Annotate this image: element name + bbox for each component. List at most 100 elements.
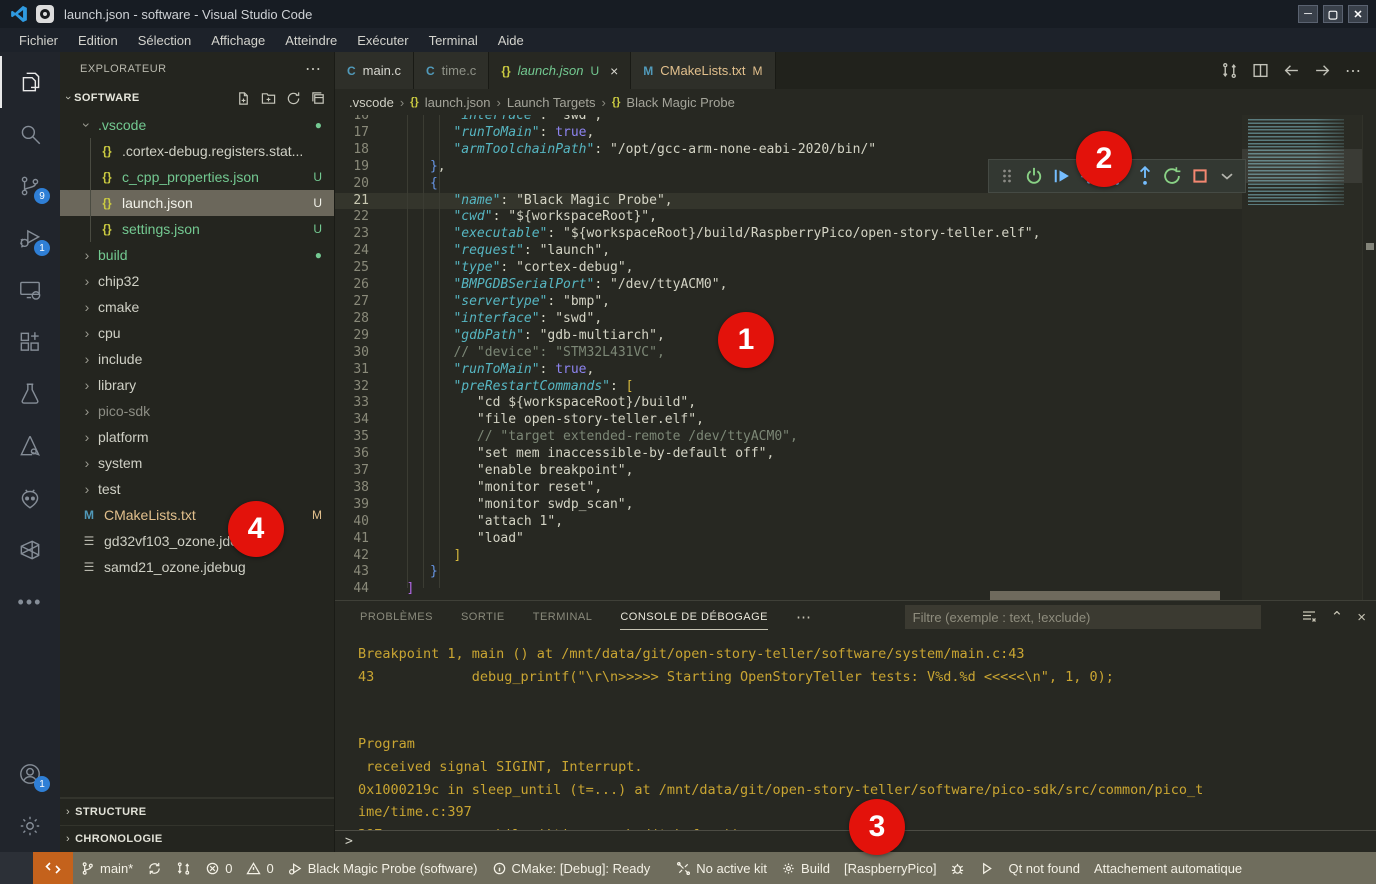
breadcrumb-item[interactable]: .vscode [349,95,394,110]
debug-restart-button[interactable] [1160,163,1184,189]
menu-sélection[interactable]: Sélection [129,31,200,50]
maximize-button[interactable]: ▢ [1323,5,1343,23]
activity-account[interactable]: 1 [0,748,60,800]
maximize-panel-icon[interactable]: ⌃ [1331,608,1344,626]
activity-more[interactable]: ••• [0,576,60,628]
close-panel-icon[interactable]: × [1357,609,1366,626]
tree-item-pico-sdk[interactable]: ›pico-sdk [60,398,334,424]
tab-cmakelists-txt[interactable]: MCMakeLists.txtM [631,52,775,89]
menu-fichier[interactable]: Fichier [10,31,67,50]
menu-terminal[interactable]: Terminal [420,31,487,50]
split-editor-icon[interactable] [1252,62,1269,79]
breadcrumb-item[interactable]: Black Magic Probe [626,95,734,110]
statusbar-launch-play[interactable] [972,861,1001,876]
compare-changes-icon[interactable] [1221,62,1238,79]
tree-item-cpu[interactable]: ›cpu [60,320,334,346]
activity-settings[interactable] [0,800,60,852]
activity-run-debug[interactable]: 1 [0,212,60,264]
tree-item-samd21-ozone-jdebug[interactable]: ☰samd21_ozone.jdebug [60,554,334,580]
activity-source-control[interactable]: 9 [0,160,60,212]
menu-edition[interactable]: Edition [69,31,127,50]
new-file-icon[interactable] [236,91,251,106]
tree-item-include[interactable]: ›include [60,346,334,372]
statusbar-sync[interactable] [140,861,169,876]
panel-more-icon[interactable]: ⋯ [796,608,812,626]
statusbar-cmake-status[interactable]: CMake: [Debug]: Ready [485,861,658,876]
tree-item-library[interactable]: ›library [60,372,334,398]
statusbar-debug-bug[interactable] [943,861,972,876]
tree-item-c-cpp-properties-json[interactable]: {}c_cpp_properties.jsonU [60,164,334,190]
debug-step-out-button[interactable] [1133,163,1157,189]
tree-item-build[interactable]: ›build● [60,242,334,268]
breadcrumb-item[interactable]: launch.json [425,95,491,110]
sidebar-more-icon[interactable]: ⋯ [305,59,322,79]
minimap[interactable] [1242,115,1362,600]
clear-console-icon[interactable] [1301,609,1317,625]
panel-tab-console-de-d-bogage[interactable]: CONSOLE DE DÉBOGAGE [620,604,768,630]
panel-tab-probl-mes[interactable]: PROBLÈMES [360,604,433,630]
panel-tab-terminal[interactable]: TERMINAL [533,604,593,630]
collapse-all-icon[interactable] [311,91,326,106]
statusbar-git-branch[interactable]: main* [73,861,140,876]
activity-visual-studio[interactable] [0,524,60,576]
add-configuration-button[interactable]: Ajouter une configuration... [990,591,1220,600]
tree-item-gd32vf103-ozone-jdebug[interactable]: ☰gd32vf103_ozone.jdebug [60,528,334,554]
tree-item-test[interactable]: ›test [60,476,334,502]
statusbar-compare-changes[interactable] [169,861,198,876]
menu-affichage[interactable]: Affichage [202,31,274,50]
statusbar-auto-attach[interactable]: Attachement automatique [1087,861,1249,876]
activity-alien-extension[interactable] [0,472,60,524]
tree-item-cmake[interactable]: ›cmake [60,294,334,320]
back-icon[interactable] [1283,62,1300,79]
menu-aide[interactable]: Aide [489,31,533,50]
debug-continue-button[interactable] [1050,163,1074,189]
tab-main-c[interactable]: Cmain.c [335,52,414,89]
minimize-button[interactable]: ─ [1298,5,1318,23]
activity-search[interactable] [0,108,60,160]
panel-tab-sortie[interactable]: SORTIE [461,604,505,630]
statusbar-debug-target[interactable]: Black Magic Probe (software) [281,861,485,876]
vertical-scrollbar[interactable] [1362,115,1376,600]
statusbar-qt-status[interactable]: Qt not found [1001,861,1087,876]
statusbar-build[interactable]: Build [774,861,837,876]
debug-power-button[interactable] [1023,163,1047,189]
statusbar-warnings[interactable]: 0 [239,861,280,876]
tree-item-cmakelists-txt[interactable]: MCMakeLists.txtM [60,502,334,528]
forward-icon[interactable] [1314,62,1331,79]
debug-console-output[interactable]: Breakpoint 1, main () at /mnt/data/git/o… [335,633,1376,830]
code-editor[interactable]: 16 "interface": "swd",17 "runToMain": tr… [335,115,1376,600]
close-button[interactable]: ✕ [1348,5,1368,23]
section-structure[interactable]: ›STRUCTURE [60,798,334,825]
project-section-header[interactable]: › SOFTWARE [60,86,334,110]
breadcrumb-item[interactable]: Launch Targets [507,95,596,110]
tree-item--vscode[interactable]: ›.vscode● [60,112,334,138]
tree-item-chip32[interactable]: ›chip32 [60,268,334,294]
breadcrumb[interactable]: .vscode›{}launch.json›Launch Targets›{}B… [335,89,1376,115]
activity-explorer[interactable] [0,56,60,108]
statusbar-errors[interactable]: 0 [198,861,239,876]
tree-item-system[interactable]: ›system [60,450,334,476]
tree-item--cortex-debug-registers-stat-[interactable]: {}.cortex-debug.registers.stat... [60,138,334,164]
tree-item-launch-json[interactable]: {}launch.jsonU [60,190,334,216]
activity-testing[interactable] [0,368,60,420]
remote-indicator[interactable] [33,852,73,884]
close-tab-icon[interactable]: × [610,63,618,79]
tab-time-c[interactable]: Ctime.c [414,52,489,89]
statusbar-build-variant[interactable]: [RaspberryPico] [837,861,943,876]
tab-launch-json[interactable]: {}launch.jsonU× [489,52,631,89]
new-folder-icon[interactable] [261,91,276,106]
activity-remote-explorer[interactable] [0,264,60,316]
menu-exécuter[interactable]: Exécuter [348,31,417,50]
tree-item-platform[interactable]: ›platform [60,424,334,450]
debug-console-filter-input[interactable] [905,605,1261,629]
statusbar-active-kit[interactable]: No active kit [669,861,774,876]
debug-stop-button[interactable] [1188,163,1212,189]
more-icon[interactable]: ⋯ [1345,61,1362,81]
activity-extensions[interactable] [0,316,60,368]
minimap-slider[interactable] [1242,149,1362,183]
refresh-icon[interactable] [286,91,301,106]
activity-cmake[interactable] [0,420,60,472]
tree-item-settings-json[interactable]: {}settings.jsonU [60,216,334,242]
section-chronologie[interactable]: ›CHRONOLOGIE [60,825,334,852]
menu-atteindre[interactable]: Atteindre [276,31,346,50]
